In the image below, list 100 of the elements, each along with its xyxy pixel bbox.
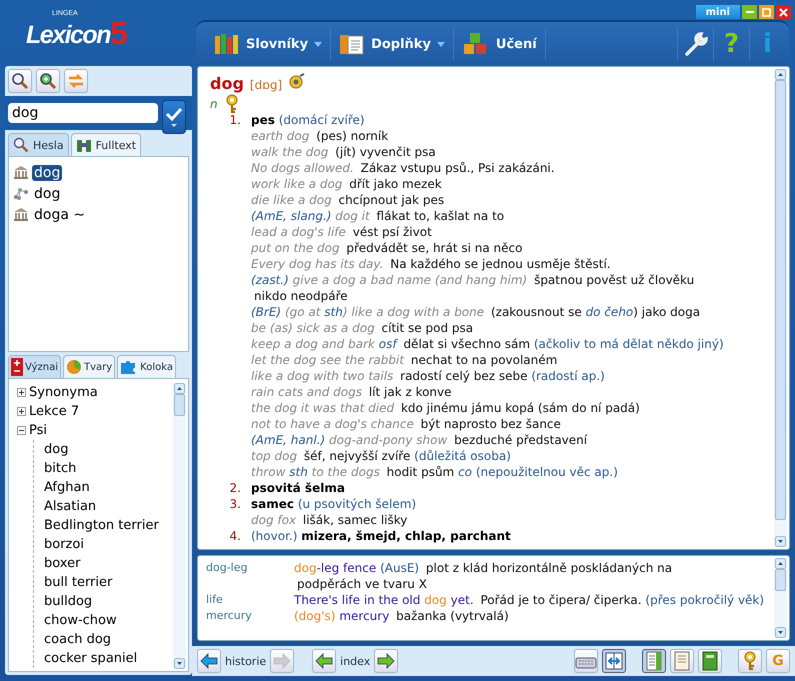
matched-word: dog [294, 561, 317, 575]
toolbar-button[interactable] [698, 649, 722, 673]
next-button[interactable] [374, 649, 398, 673]
toolbar-button[interactable] [36, 69, 60, 93]
tree-item[interactable]: bull terrier [44, 575, 112, 590]
usage-label: (BrE) [251, 305, 282, 319]
tree-item[interactable]: Synonyma [29, 383, 98, 402]
expand-icon[interactable] [17, 407, 26, 416]
pie-chart-icon [66, 359, 82, 375]
history-label: historie [225, 654, 266, 668]
tree-item[interactable]: Afghan [44, 480, 90, 495]
scroll-thumb[interactable] [174, 394, 185, 416]
tree-item[interactable]: bitch [44, 461, 76, 476]
tab[interactable]: Tvary [62, 355, 116, 378]
keyword[interactable]: dog-leg [206, 560, 294, 592]
english-phrase: die like a dog [251, 193, 332, 207]
left-arrow-icon [315, 653, 334, 669]
tree-item[interactable]: Psi [29, 421, 47, 440]
usage-label: (zast.) [251, 273, 289, 287]
columns-icon [13, 165, 29, 180]
close-button[interactable] [776, 5, 791, 19]
tab[interactable]: Význai [8, 355, 61, 378]
magnifier-icon [13, 137, 29, 153]
collapse-icon[interactable] [17, 426, 26, 435]
toolbar-button[interactable] [8, 69, 32, 93]
tree-item[interactable]: bulldog [44, 594, 92, 609]
toolbar-button[interactable] [574, 649, 598, 673]
english-phrase: Every dog has its day. [251, 257, 384, 271]
translation: bezduché představení [454, 433, 588, 447]
note-text: (přes [645, 593, 676, 607]
keyword[interactable]: life [206, 592, 294, 608]
notebook-icon [674, 651, 690, 671]
toolbar-button[interactable] [738, 649, 762, 673]
scroll-thumb[interactable] [775, 569, 786, 591]
translation: šéf, nejvyšší zvíře [304, 449, 410, 463]
note-text: (u psovitých šelem) [298, 497, 416, 511]
definition: samec [251, 497, 294, 511]
tree-item[interactable]: Bedlington terrier [44, 518, 159, 533]
previous-button[interactable] [312, 649, 336, 673]
tree-item[interactable]: chow-chow [44, 613, 117, 628]
translation: vést psí život [352, 225, 432, 239]
english-phrase: dog fox [251, 513, 296, 527]
matched-word: dog [424, 593, 447, 607]
translation: Zákaz vstupu psů., Psi zakázáni. [360, 161, 555, 175]
source-phrase: There's life in the old [294, 593, 420, 607]
tree-item[interactable]: dog [44, 442, 68, 457]
speaker-icon[interactable] [288, 73, 306, 89]
result-item[interactable]: doga ~ [32, 206, 88, 222]
scroll-bar[interactable] [173, 383, 186, 669]
scroll-thumb[interactable] [775, 80, 786, 520]
caret-icon [436, 42, 445, 46]
object-label: sth [289, 465, 308, 479]
expand-icon[interactable] [17, 388, 26, 397]
search-field[interactable]: dog [8, 103, 158, 123]
menu-item[interactable]: Učení [454, 28, 546, 60]
translation: (zakousnout se [490, 305, 582, 319]
menu-item[interactable]: Slovníky [206, 28, 332, 60]
toolbar-button[interactable] [602, 649, 626, 673]
tree-item[interactable]: coach dog [44, 632, 112, 647]
sense-number: 2. [230, 481, 241, 495]
translation: dělat si všechno sám [403, 337, 530, 351]
tab[interactable]: Hesla [8, 133, 69, 156]
keyword[interactable]: mercury [206, 608, 294, 624]
scroll-bar[interactable] [774, 69, 787, 547]
menu-item[interactable]: Doplňky [331, 28, 454, 60]
translation: plot z klád horizontálně poskládaných na [426, 561, 672, 575]
english-phrase: keep a dog and bark [251, 337, 375, 351]
english-phrase: give a dog a bad name (and hang him) [292, 273, 528, 287]
tree-item[interactable]: Alsatian [44, 499, 96, 514]
translation: bažanka (vytrvalá) [396, 609, 509, 623]
english-phrase: like a dog with two tails [251, 369, 394, 383]
note-text: (AusE) [380, 561, 420, 575]
toolbar-button[interactable] [642, 649, 666, 673]
scroll-bar[interactable] [774, 558, 787, 638]
tree-item[interactable]: cocker spaniel [44, 651, 138, 666]
key-icon [224, 94, 240, 114]
tab[interactable]: Fulltext [70, 133, 142, 156]
back-button[interactable] [197, 649, 221, 673]
tree-item[interactable]: boxer [44, 556, 80, 571]
translation: radostí celý bez sebe [400, 369, 528, 383]
books-icon [214, 33, 240, 55]
binoculars-icon [76, 137, 92, 153]
translation: špatnou pověst už člověku [534, 273, 694, 287]
english-phrase: dog it [335, 209, 370, 223]
tree-item[interactable]: Lekce 7 [29, 402, 80, 421]
tree-item[interactable]: borzoi [44, 537, 84, 552]
tab[interactable]: Koloka [117, 355, 176, 378]
result-item[interactable]: dog [32, 164, 62, 180]
toolbar-button[interactable] [670, 649, 694, 673]
english-phrase: let the dog see the rabbit [251, 353, 404, 367]
headword: dog [210, 76, 244, 92]
usage-label: (AmE, hanl.) [251, 433, 326, 447]
english-phrase: walk the dog [251, 145, 328, 159]
result-item[interactable]: dog [32, 186, 62, 202]
english-phrase: to the dogs [312, 465, 380, 479]
english-phrase: top dog [251, 449, 298, 463]
note-text: pokročilý věk) [680, 593, 764, 607]
right-arrow-icon [377, 653, 396, 669]
confirm-button[interactable] [162, 100, 186, 134]
dots-icon [13, 186, 29, 201]
